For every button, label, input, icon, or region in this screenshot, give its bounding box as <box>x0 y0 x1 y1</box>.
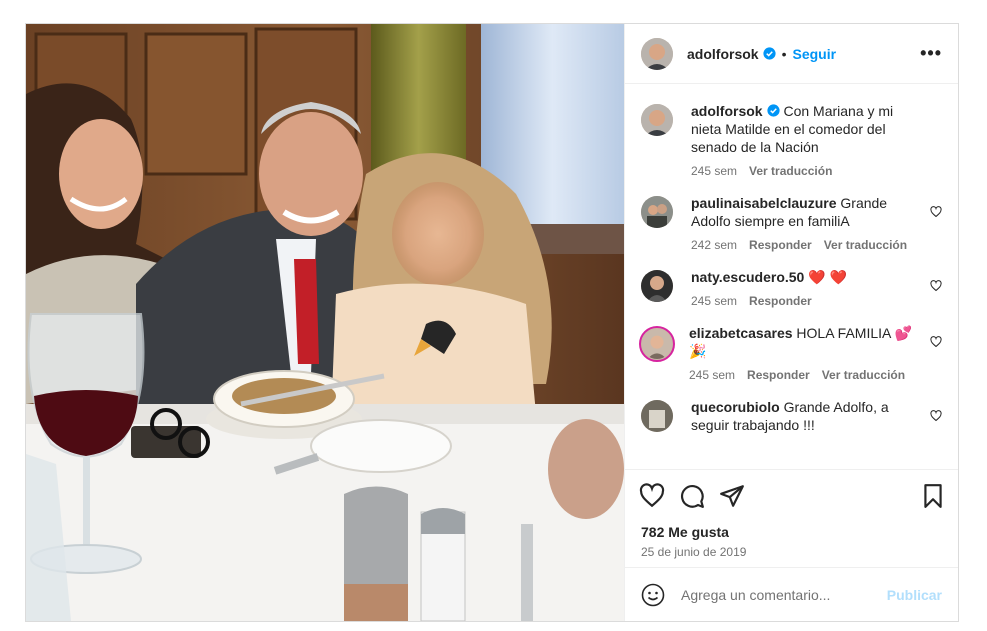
post-date[interactable]: 25 de junio de 2019 <box>625 543 958 567</box>
bookmark-icon[interactable] <box>920 483 946 509</box>
reply-link[interactable]: Responder <box>747 366 810 384</box>
comment-text-line: elizabetcasares HOLA FAMILIA 💕 🎉 <box>689 324 920 360</box>
heart-icon[interactable] <box>639 482 665 509</box>
comment-username[interactable]: quecorubiolo <box>691 399 780 415</box>
comment-input[interactable] <box>681 586 887 603</box>
translate-link[interactable]: Ver traducción <box>824 236 907 254</box>
verified-badge-icon <box>766 104 780 117</box>
caption-username[interactable]: adolforsok <box>691 103 763 119</box>
translate-link[interactable]: Ver traducción <box>822 366 905 384</box>
caption: adolforsok Con Mariana y mi nieta Matild… <box>641 102 942 180</box>
header-user: adolforsok • Seguir <box>687 46 836 62</box>
comment-time[interactable]: 245 sem <box>689 366 735 384</box>
likes-count[interactable]: 782 Me gusta <box>625 521 958 543</box>
reply-link[interactable]: Responder <box>749 292 812 310</box>
separator-dot: • <box>781 45 787 62</box>
caption-meta: 245 sem Ver traducción <box>691 162 920 180</box>
user-avatar-photo-icon <box>642 329 672 359</box>
comment-username[interactable]: naty.escudero.50 <box>691 269 804 285</box>
user-avatar-photo-icon <box>641 104 673 136</box>
comment-text-line: quecorubiolo Grande Adolfo, a seguir tra… <box>691 398 920 434</box>
comment-like-heart-icon[interactable] <box>930 336 942 348</box>
comment-item: paulinaisabelclauzure Grande Adolfo siem… <box>641 194 942 254</box>
user-avatar-photo-icon <box>641 270 673 302</box>
author-username[interactable]: adolforsok <box>687 46 759 62</box>
emoji-smiley-icon[interactable] <box>641 583 665 607</box>
caption-avatar[interactable] <box>641 104 673 136</box>
caption-body: adolforsok Con Mariana y mi nieta Matild… <box>691 102 942 180</box>
comment-item: naty.escudero.50 ❤️ ❤️ 245 sem Responder <box>641 268 942 310</box>
more-options-icon[interactable]: ••• <box>920 43 942 64</box>
user-avatar-photo-icon <box>641 400 673 432</box>
caption-time[interactable]: 245 sem <box>691 162 737 180</box>
comment-meta: 245 sem Responder Ver traducción <box>689 366 920 384</box>
add-comment-bar: Publicar <box>625 567 958 621</box>
caption-text-line: adolforsok Con Mariana y mi nieta Matild… <box>691 102 920 156</box>
verified-badge-icon <box>762 47 776 60</box>
comment-like-heart-icon[interactable] <box>930 206 942 218</box>
paper-plane-icon[interactable] <box>719 483 745 509</box>
comment-body: paulinaisabelclauzure Grande Adolfo siem… <box>691 194 942 254</box>
comments-list[interactable]: adolforsok Con Mariana y mi nieta Matild… <box>625 84 958 469</box>
post-photo[interactable] <box>26 24 624 621</box>
author-avatar[interactable] <box>641 37 673 70</box>
publish-button[interactable]: Publicar <box>887 587 942 603</box>
commenter-avatar-story-ring[interactable] <box>639 326 675 362</box>
comment-time[interactable]: 245 sem <box>691 292 737 310</box>
action-bar <box>625 469 958 521</box>
comment-username[interactable]: paulinaisabelclauzure <box>691 195 837 211</box>
comment-text: ❤️ ❤️ <box>808 269 848 285</box>
comment-body: naty.escudero.50 ❤️ ❤️ 245 sem Responder <box>691 268 942 310</box>
user-avatar-photo-icon <box>641 37 673 70</box>
caption-translate-link[interactable]: Ver traducción <box>749 162 832 180</box>
comment-item: quecorubiolo Grande Adolfo, a seguir tra… <box>641 398 942 434</box>
post-header: adolforsok • Seguir ••• <box>625 24 958 84</box>
comment-meta: 242 sem Responder Ver traducción <box>691 236 920 254</box>
comment-text-line: paulinaisabelclauzure Grande Adolfo siem… <box>691 194 920 230</box>
comment-like-heart-icon[interactable] <box>930 410 942 422</box>
post-side-panel: adolforsok • Seguir ••• adolforsok Con M… <box>624 24 958 621</box>
comment-time[interactable]: 242 sem <box>691 236 737 254</box>
comment-like-heart-icon[interactable] <box>930 280 942 292</box>
commenter-avatar[interactable] <box>641 196 673 228</box>
comment-item: elizabetcasares HOLA FAMILIA 💕 🎉 245 sem… <box>639 324 942 384</box>
family-dinner-photo <box>26 24 624 621</box>
commenter-avatar[interactable] <box>641 400 673 432</box>
comment-body: quecorubiolo Grande Adolfo, a seguir tra… <box>691 398 942 434</box>
comment-bubble-icon[interactable] <box>679 483 705 509</box>
comment-text-line: naty.escudero.50 ❤️ ❤️ <box>691 268 920 286</box>
comment-username[interactable]: elizabetcasares <box>689 325 793 341</box>
comment-body: elizabetcasares HOLA FAMILIA 💕 🎉 245 sem… <box>689 324 942 384</box>
follow-button[interactable]: Seguir <box>792 46 836 62</box>
reply-link[interactable]: Responder <box>749 236 812 254</box>
comment-meta: 245 sem Responder <box>691 292 920 310</box>
commenter-avatar[interactable] <box>641 270 673 302</box>
user-avatar-photo-icon <box>641 196 673 228</box>
instagram-post: adolforsok • Seguir ••• adolforsok Con M… <box>25 23 959 622</box>
